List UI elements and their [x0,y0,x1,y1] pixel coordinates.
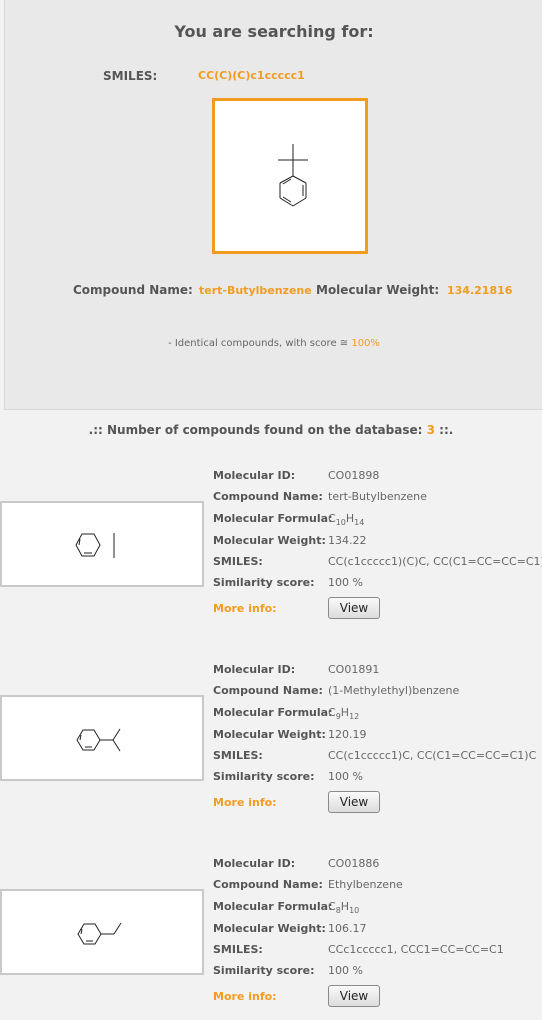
compound-name-label: Compound Name: [213,490,323,503]
molecular-id-value: CO01898 [328,469,380,482]
query-mw-value: 134.21816 [447,284,513,297]
view-button[interactable]: View [328,597,380,619]
similarity-score-label: Similarity score: [213,770,315,783]
note-text: - Identical compounds, with score ≅ [168,338,349,349]
identical-compounds-note: - Identical compounds, with score ≅ 100% [5,338,542,349]
search-panel: You are searching for: SMILES: CC(C)(C)c… [4,0,542,410]
molecular-weight-label: Molecular Weight: [213,534,326,547]
query-smiles-value: CC(C)(C)c1ccccc1 [198,69,305,82]
isopropylbenzene-thumbnail [76,728,121,752]
compound-name-value: tert-Butylbenzene [328,490,427,503]
tert-butylbenzene-thumbnail [75,533,115,558]
more-info-label: More info: [213,602,277,615]
note-score: 100% [351,338,380,349]
molecular-id-label: Molecular ID: [213,857,296,870]
molecular-weight-value: 106.17 [328,922,367,935]
search-title: You are searching for: [174,22,374,41]
molecular-formula-label: Molecular Formula: [213,706,333,719]
view-button[interactable]: View [328,985,380,1007]
smiles-value: CC(c1ccccc1)C, CC(C1=CC=CC=C1)C [328,749,537,762]
query-mw-label: Molecular Weight: [316,283,440,297]
ethylbenzene-thumbnail [77,922,122,945]
result-structure-image [0,501,204,587]
results-count-prefix: .:: Number of compounds found on the dat… [88,423,423,437]
molecular-weight-value: 120.19 [328,728,367,741]
molecular-id-label: Molecular ID: [213,663,296,676]
molecular-id-value: CO01891 [328,663,380,676]
more-info-label: More info: [213,990,277,1003]
query-compound-name-value: tert-Butylbenzene [199,284,312,297]
molecular-id-value: CO01886 [328,857,380,870]
result-item: Molecular ID: CO01886 Compound Name: Eth… [0,853,542,1013]
molecular-weight-label: Molecular Weight: [213,922,326,935]
molecular-weight-value: 134.22 [328,534,367,547]
molecular-weight-label: Molecular Weight: [213,728,326,741]
smiles-value: CC(c1ccccc1)(C)C, CC(C1=CC=CC=C1)(C)C [328,555,542,568]
smiles-label: SMILES: [213,555,263,568]
smiles-value: CCc1ccccc1, CCC1=CC=CC=C1 [328,943,504,956]
similarity-score-value: 100 % [328,964,363,977]
tert-butylbenzene-structure [278,144,308,207]
result-item: Molecular ID: CO01898 Compound Name: ter… [0,465,542,625]
results-count: 3 [426,423,435,437]
molecular-formula-value: C8H10 [328,900,360,916]
similarity-score-value: 100 % [328,576,363,589]
molecular-formula-value: C9H12 [328,706,360,722]
similarity-score-value: 100 % [328,770,363,783]
molecular-formula-value: C10H14 [328,512,365,528]
result-structure-image [0,695,204,781]
view-button[interactable]: View [328,791,380,813]
result-structure-image [0,889,204,975]
smiles-label: SMILES: [213,749,263,762]
compound-name-value: Ethylbenzene [328,878,403,891]
results-count-line: .:: Number of compounds found on the dat… [0,423,542,437]
compound-name-label: Compound Name: [213,878,323,891]
molecular-id-label: Molecular ID: [213,469,296,482]
query-compound-name-label: Compound Name: [73,283,193,297]
query-smiles-label: SMILES: [103,69,158,83]
similarity-score-label: Similarity score: [213,964,315,977]
smiles-label: SMILES: [213,943,263,956]
results-count-suffix: ::. [439,423,454,437]
molecular-formula-label: Molecular Formula: [213,512,333,525]
compound-name-label: Compound Name: [213,684,323,697]
more-info-label: More info: [213,796,277,809]
compound-name-value: (1-Methylethyl)benzene [328,684,460,697]
result-item: Molecular ID: CO01891 Compound Name: (1-… [0,659,542,819]
molecular-formula-label: Molecular Formula: [213,900,333,913]
query-structure-image [212,98,368,254]
similarity-score-label: Similarity score: [213,576,315,589]
